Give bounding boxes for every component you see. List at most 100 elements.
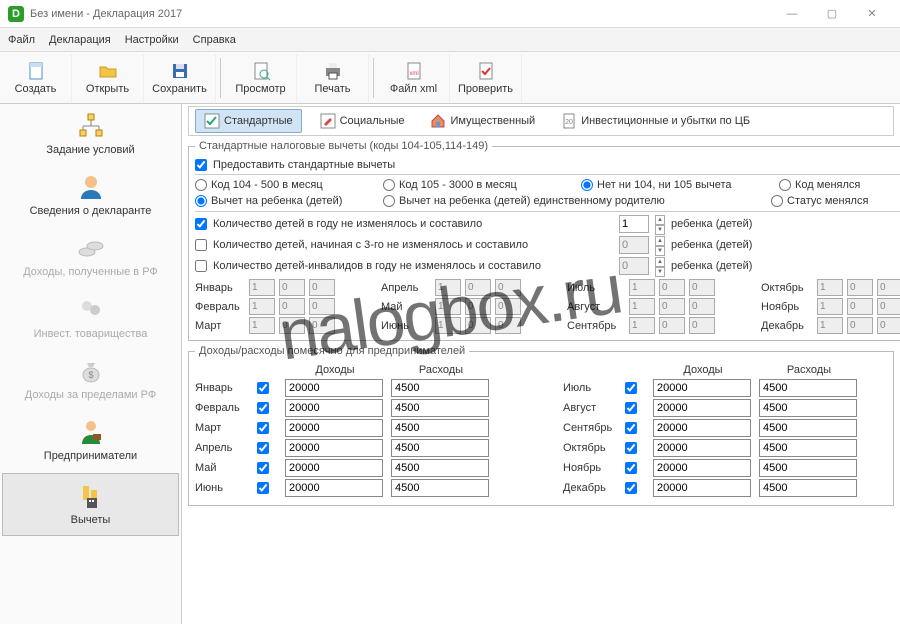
- child-count-checkbox[interactable]: [195, 218, 207, 230]
- biz-expense-input[interactable]: [759, 439, 857, 457]
- sidebar-item-deductions[interactable]: Вычеты: [2, 473, 179, 536]
- tab-property[interactable]: Имущественный: [422, 110, 543, 132]
- child-count3-checkbox[interactable]: [195, 239, 207, 251]
- preview-button[interactable]: Просмотр: [225, 54, 297, 102]
- biz-month-checkbox[interactable]: [257, 462, 269, 474]
- month-label: Июль: [567, 282, 627, 294]
- biz-expense-input[interactable]: [759, 479, 857, 497]
- month-label: Март: [195, 320, 247, 332]
- biz-expense-input[interactable]: [391, 439, 489, 457]
- radio-104[interactable]: [195, 179, 207, 191]
- biz-income-input[interactable]: [285, 419, 383, 437]
- month-input: [249, 279, 275, 296]
- biz-month-checkbox[interactable]: [625, 402, 637, 414]
- biz-month-checkbox[interactable]: [625, 422, 637, 434]
- sidebar-item-declarant[interactable]: Сведения о декларанте: [0, 165, 181, 226]
- biz-month-checkbox[interactable]: [257, 442, 269, 454]
- biz-expense-input[interactable]: [759, 459, 857, 477]
- col-expense: Расходы: [391, 364, 491, 376]
- save-button[interactable]: Сохранить: [144, 54, 216, 102]
- tab-social[interactable]: Социальные: [312, 110, 413, 132]
- biz-expense-input[interactable]: [391, 399, 489, 417]
- month-grid: ЯнварьАпрельИюльОктябрьФевральМайАвгустН…: [195, 279, 900, 334]
- biz-month-checkbox[interactable]: [257, 422, 269, 434]
- create-button[interactable]: Создать: [0, 54, 72, 102]
- biz-income-input[interactable]: [653, 399, 751, 417]
- radio-status-changed[interactable]: [771, 195, 783, 207]
- month-input: [689, 298, 715, 315]
- businessman-icon: [77, 418, 105, 446]
- month-input: [279, 298, 305, 315]
- print-button[interactable]: Печать: [297, 54, 369, 102]
- biz-expense-input[interactable]: [391, 459, 489, 477]
- biz-income-input[interactable]: [653, 379, 751, 397]
- month-input: [495, 298, 521, 315]
- biz-income-input[interactable]: [285, 459, 383, 477]
- child-count-input[interactable]: [619, 215, 649, 233]
- radio-child-single[interactable]: [383, 195, 395, 207]
- child-invalid-input: [619, 257, 649, 275]
- month-input: [309, 298, 335, 315]
- biz-month-checkbox[interactable]: [257, 402, 269, 414]
- sidebar-item-conditions[interactable]: Задание условий: [0, 104, 181, 165]
- month-input: [629, 317, 655, 334]
- biz-month-checkbox[interactable]: [625, 462, 637, 474]
- month-input: [465, 317, 491, 334]
- biz-month-checkbox[interactable]: [625, 482, 637, 494]
- biz-month-checkbox[interactable]: [257, 382, 269, 394]
- radio-none[interactable]: [581, 179, 593, 191]
- biz-expense-input[interactable]: [391, 479, 489, 497]
- radio-105[interactable]: [383, 179, 395, 191]
- partnership-icon: [77, 296, 105, 324]
- child-invalid-checkbox[interactable]: [195, 260, 207, 272]
- filexml-button[interactable]: xml Файл xml: [378, 54, 450, 102]
- radio-child[interactable]: [195, 195, 207, 207]
- col-income-2: Доходы: [653, 364, 753, 376]
- open-button[interactable]: Открыть: [72, 54, 144, 102]
- biz-month-label: Октябрь: [563, 442, 619, 454]
- tab-standard[interactable]: Стандартные: [195, 109, 302, 133]
- biz-expense-input[interactable]: [759, 399, 857, 417]
- sidebar-item-invest[interactable]: Инвест. товарищества: [0, 288, 181, 349]
- document-icon: 20: [561, 113, 577, 129]
- month-label: Май: [381, 301, 433, 313]
- minimize-icon[interactable]: —: [772, 0, 812, 28]
- spinner-icon[interactable]: ▲▼: [655, 236, 665, 254]
- biz-income-input[interactable]: [285, 379, 383, 397]
- month-input: [659, 298, 685, 315]
- radio-code-changed[interactable]: [779, 179, 791, 191]
- maximize-icon[interactable]: ▢: [812, 0, 852, 28]
- biz-income-input[interactable]: [285, 439, 383, 457]
- month-input: [435, 298, 461, 315]
- biz-income-input[interactable]: [653, 479, 751, 497]
- biz-month-checkbox[interactable]: [257, 482, 269, 494]
- biz-month-checkbox[interactable]: [625, 382, 637, 394]
- sidebar-item-entrepreneur[interactable]: Предприниматели: [0, 410, 181, 471]
- biz-expense-input[interactable]: [391, 379, 489, 397]
- menu-declaration[interactable]: Декларация: [49, 34, 111, 46]
- biz-month-label: Август: [563, 402, 619, 414]
- biz-income-input[interactable]: [285, 479, 383, 497]
- provide-checkbox[interactable]: [195, 159, 207, 171]
- preview-icon: [251, 61, 271, 81]
- menu-settings[interactable]: Настройки: [125, 34, 179, 46]
- menu-file[interactable]: Файл: [8, 34, 35, 46]
- month-label: Ноябрь: [761, 301, 815, 313]
- close-icon[interactable]: ✕: [852, 0, 892, 28]
- biz-month-checkbox[interactable]: [625, 442, 637, 454]
- biz-expense-input[interactable]: [391, 419, 489, 437]
- house-icon: [430, 113, 446, 129]
- biz-income-input[interactable]: [653, 439, 751, 457]
- check-button[interactable]: Проверить: [450, 54, 522, 102]
- sidebar-item-income-abroad[interactable]: $ Доходы за пределами РФ: [0, 349, 181, 410]
- biz-expense-input[interactable]: [759, 379, 857, 397]
- spinner-icon[interactable]: ▲▼: [655, 215, 665, 233]
- biz-income-input[interactable]: [653, 459, 751, 477]
- biz-expense-input[interactable]: [759, 419, 857, 437]
- menu-help[interactable]: Справка: [193, 34, 236, 46]
- sidebar-item-income-rf[interactable]: Доходы, полученные в РФ: [0, 226, 181, 287]
- biz-income-input[interactable]: [653, 419, 751, 437]
- biz-income-input[interactable]: [285, 399, 383, 417]
- spinner-icon[interactable]: ▲▼: [655, 257, 665, 275]
- tab-invest-loss[interactable]: 20 Инвестиционные и убытки по ЦБ: [553, 110, 758, 132]
